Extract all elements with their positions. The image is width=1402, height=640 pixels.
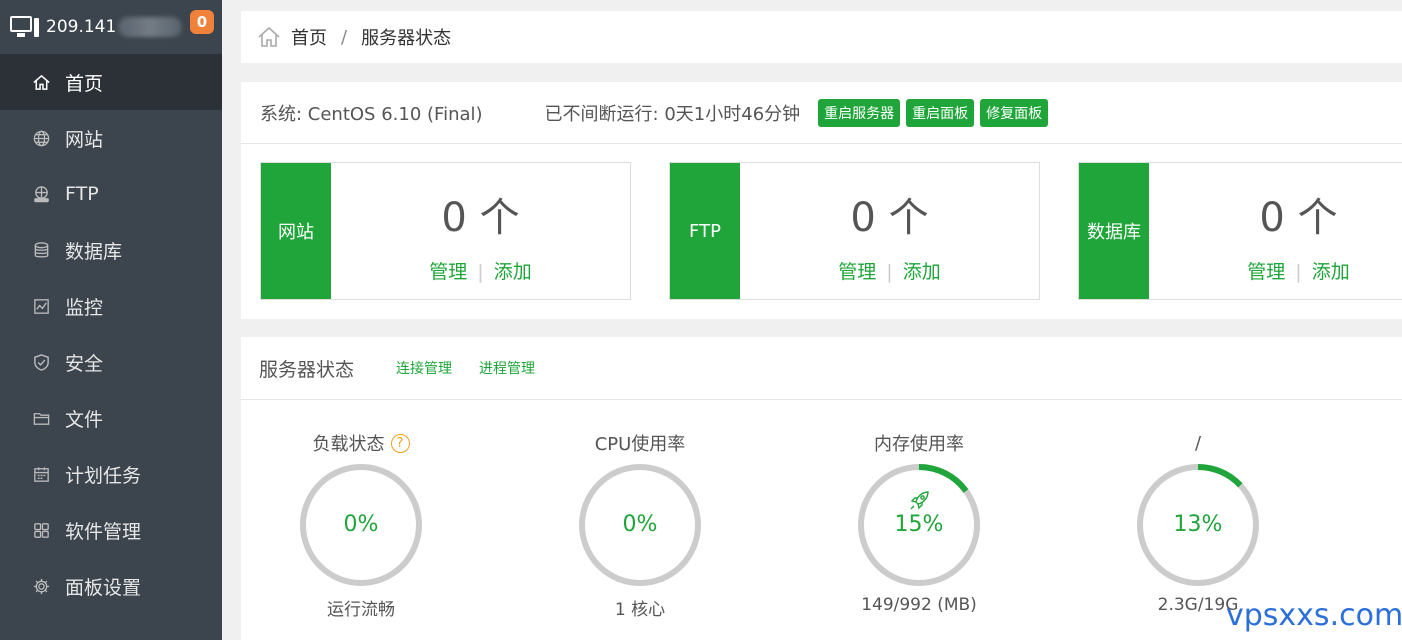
main-content: 首页 / 服务器状态 系统: CentOS 6.10 (Final) 已不间断运… [241,0,1402,640]
help-icon[interactable]: ? [390,433,410,453]
sidebar-item-ftp[interactable]: FTP [0,166,222,222]
home-icon[interactable] [257,25,281,49]
manage-link[interactable]: 管理 [1247,261,1285,283]
sidebar-item-cron[interactable]: 计划任务 [0,446,222,502]
calendar-icon [31,464,51,484]
gauge-title-text: 内存使用率 [874,434,964,455]
watermark: vpsxxs.com [1226,598,1402,633]
gauge-sub: 运行流畅 [327,600,395,620]
gauge-percent: 15% [894,512,944,537]
grid-icon [31,520,51,540]
database-icon [31,240,51,260]
sidebar-item-settings[interactable]: 面板设置 [0,558,222,614]
system-os: 系统: CentOS 6.10 (Final) [260,103,483,125]
system-uptime: 已不间断运行: 0天1小时46分钟 [544,103,801,125]
card-tag: FTP [670,163,740,299]
home-icon [31,72,51,92]
card-links: 管理 | 添加 [331,257,630,284]
sidebar-item-label: 网站 [65,128,104,151]
sidebar-item-label: 监控 [65,296,104,319]
folder-icon [31,408,51,428]
manage-link[interactable]: 管理 [429,261,467,283]
link-separator: | [886,261,893,283]
card-count: 0 个 [850,195,929,241]
repair-panel-button[interactable]: 修复面板 [980,98,1049,127]
gauge-title-text: 负载状态 [312,434,385,455]
monitor-chart-icon [31,296,51,316]
gauge-title: CPU使用率 [520,431,760,455]
card-database: 数据库 0 个 管理 | 添加 [1078,162,1402,300]
gauge-title: 负载状态 ? [241,431,481,455]
card-website: 网站 0 个 管理 | 添加 [260,162,631,300]
server-status-panel: 服务器状态 连接管理 进程管理 负载状态 ? 0% 运行流畅 CPU使用率 0%… [241,337,1402,640]
card-tag: 网站 [261,163,331,299]
gauge-title: / [1078,431,1318,455]
gauge-memory[interactable]: 内存使用率 15% 149/992 (MB) [799,431,1039,615]
restart-panel-button[interactable]: 重启面板 [906,98,975,127]
gauge-percent: 0% [343,512,379,537]
card-count: 0 个 [441,195,520,241]
status-header: 服务器状态 连接管理 进程管理 [241,337,1402,400]
card-links: 管理 | 添加 [1149,257,1402,284]
restart-server-button[interactable]: 重启服务器 [818,98,901,127]
breadcrumb-separator: / [341,26,348,48]
breadcrumb: 首页 / 服务器状态 [241,11,1402,63]
gauge-title: 内存使用率 [799,431,1039,455]
status-title: 服务器状态 [259,358,355,381]
sidebar-item-label: 数据库 [65,240,123,263]
add-link[interactable]: 添加 [903,261,941,283]
link-separator: | [477,261,484,283]
breadcrumb-home[interactable]: 首页 [291,24,327,50]
summary-cards: 网站 0 个 管理 | 添加 FTP 0 个 管理 | 添加 数据库 0 个 管理 | 添加 [241,144,1402,319]
manage-link[interactable]: 管理 [838,261,876,283]
card-count: 0 个 [1259,195,1338,241]
gauge-load[interactable]: 负载状态 ? 0% 运行流畅 [241,431,481,620]
sidebar-item-software[interactable]: 软件管理 [0,502,222,558]
sidebar-item-home[interactable]: 首页 [0,54,222,110]
sidebar-item-label: 软件管理 [65,520,142,543]
card-links: 管理 | 添加 [740,257,1039,284]
gauge-title-text: CPU使用率 [594,434,686,455]
notification-badge[interactable]: 0 [190,10,214,34]
sidebar-item-website[interactable]: 网站 [0,110,222,166]
gauge-disk[interactable]: / 13% 2.3G/19G [1078,431,1318,615]
sidebar-item-label: 文件 [65,408,104,431]
gauge-percent: 0% [622,512,658,537]
gauge-sub: 1 核心 [614,600,666,620]
add-link[interactable]: 添加 [494,261,532,283]
system-info-bar: 系统: CentOS 6.10 (Final) 已不间断运行: 0天1小时46分… [241,82,1402,144]
redacted-ip-blur [118,17,183,37]
sidebar-item-label: 计划任务 [65,464,142,487]
sidebar-item-files[interactable]: 文件 [0,390,222,446]
connection-manage-link[interactable]: 连接管理 [396,358,452,378]
card-tag: 数据库 [1079,163,1149,299]
sidebar: 209.141 0 首页 网站 FTP 数据库 监控 安全 文件 计划任务 软件… [0,0,222,640]
sidebar-item-database[interactable]: 数据库 [0,222,222,278]
process-manage-link[interactable]: 进程管理 [479,358,535,378]
sidebar-item-label: 首页 [65,72,104,95]
sidebar-item-security[interactable]: 安全 [0,334,222,390]
server-header: 209.141 0 [0,0,222,54]
gear-icon [31,576,51,596]
breadcrumb-current: 服务器状态 [361,28,452,49]
rocket-icon[interactable] [907,487,933,513]
sidebar-item-monitor[interactable]: 监控 [0,278,222,334]
sidebar-item-label: 安全 [65,352,104,375]
gauge-cpu[interactable]: CPU使用率 0% 1 核心 [520,431,760,620]
overview-panel: 系统: CentOS 6.10 (Final) 已不间断运行: 0天1小时46分… [241,82,1402,319]
gauge-title-text: / [1194,432,1202,454]
server-monitor-icon [10,16,39,38]
sidebar-item-label: 面板设置 [65,576,142,599]
gauge-percent: 13% [1173,512,1223,537]
add-link[interactable]: 添加 [1312,261,1350,283]
server-ip: 209.141 [46,17,117,37]
shield-icon [31,352,51,372]
ftp-icon [31,184,51,204]
globe-icon [31,128,51,148]
gauge-sub: 149/992 (MB) [861,595,977,615]
sidebar-item-label: FTP [65,183,99,205]
link-separator: | [1295,261,1302,283]
card-ftp: FTP 0 个 管理 | 添加 [669,162,1040,300]
